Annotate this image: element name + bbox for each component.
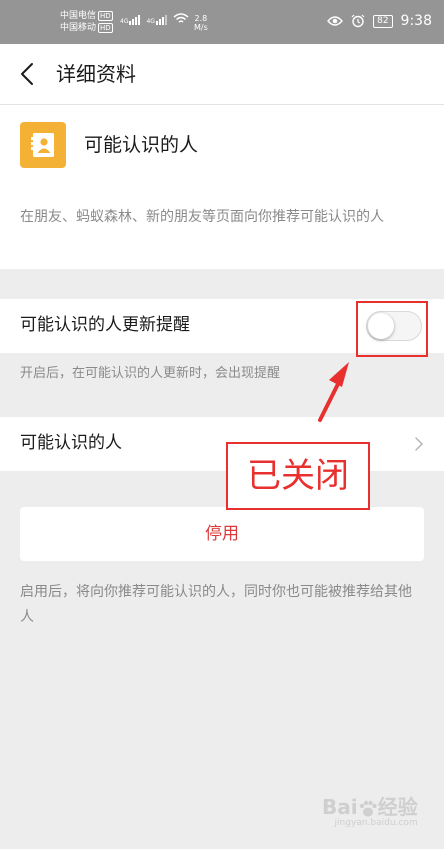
watermark-url: jingyan.baidu.com xyxy=(334,818,418,828)
watermark-text-2: 经验 xyxy=(377,795,418,819)
watermark-text: Bai xyxy=(322,795,358,819)
paw-icon xyxy=(359,800,377,816)
baidu-watermark: Bai 经验 jingyan.baidu.com xyxy=(322,796,418,829)
annotation-arrow-icon xyxy=(318,362,349,422)
annotation-label: 已关闭 xyxy=(226,442,370,510)
